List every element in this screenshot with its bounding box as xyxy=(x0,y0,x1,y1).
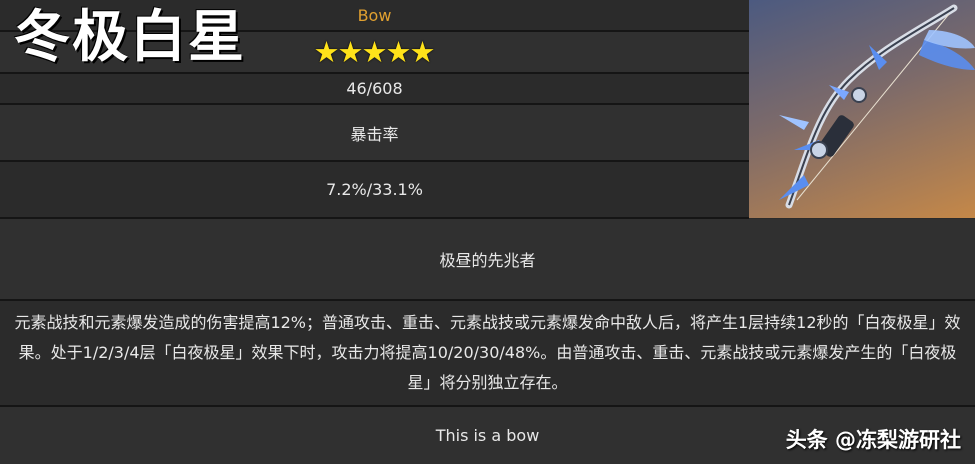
substat-name-row: 暴击率 xyxy=(0,105,749,162)
bow-illustration xyxy=(779,4,975,209)
star-icon: ★ xyxy=(385,34,412,69)
substat-value: 7.2%/33.1% xyxy=(326,180,423,199)
star-icon: ★ xyxy=(337,34,364,69)
star-icon: ★ xyxy=(361,34,388,69)
star-icon: ★ xyxy=(313,34,340,69)
passive-description-row: 元素战技和元素爆发造成的伤害提高12%；普通攻击、重击、元素战技或元素爆发命中敌… xyxy=(0,301,975,407)
watermark: 头条 @冻梨游研社 xyxy=(785,428,961,452)
star-icon: ★ xyxy=(409,34,436,69)
weapon-title: 冬极白星 xyxy=(14,5,246,70)
passive-name-row: 极昼的先兆者 xyxy=(0,219,975,301)
base-atk-value: 46/608 xyxy=(346,79,403,98)
lore-text: This is a bow xyxy=(435,426,540,445)
weapon-card: Bow ★ ★ ★ ★ ★ 46/608 暴击率 7.2%/33.1% 极昼的先… xyxy=(0,0,975,464)
substat-value-row: 7.2%/33.1% xyxy=(0,162,749,219)
base-atk-row: 46/608 xyxy=(0,74,749,105)
weapon-image xyxy=(749,0,975,218)
passive-name: 极昼的先兆者 xyxy=(439,251,536,270)
substat-name: 暴击率 xyxy=(350,124,399,144)
passive-description: 元素战技和元素爆发造成的伤害提高12%；普通攻击、重击、元素战技或元素爆发命中敌… xyxy=(14,313,961,392)
weapon-type-label: Bow xyxy=(357,5,392,25)
